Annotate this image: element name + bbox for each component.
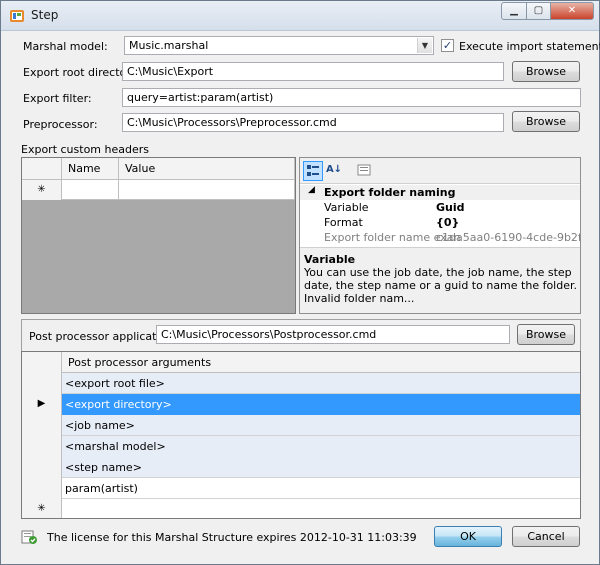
property-key: Variable [324, 201, 369, 214]
property-key: Format [324, 216, 363, 229]
cancel-button[interactable]: Cancel [512, 526, 580, 547]
column-header-value[interactable]: Value [119, 158, 295, 180]
row-header[interactable] [22, 457, 62, 478]
maximize-button[interactable]: ▢ [526, 2, 551, 20]
args-cell[interactable]: <export root file> [62, 373, 580, 394]
app-icon [10, 10, 24, 22]
args-cell[interactable]: <step name> [62, 457, 580, 478]
check-icon: ✓ [442, 39, 453, 52]
execute-import-label: Execute import statements [459, 40, 600, 53]
close-icon: ✕ [567, 5, 577, 16]
args-row[interactable]: param(artist) [22, 478, 580, 499]
sort-alpha-icon: A↓ [325, 164, 343, 175]
post-processor-app-label: Post processor application: [29, 330, 177, 343]
new-header-value-cell[interactable] [119, 180, 295, 200]
export-filter-input[interactable]: query=artist:param(artist) [122, 88, 581, 107]
export-root-input[interactable]: C:\Music\Export [122, 62, 504, 81]
execute-import-checkbox[interactable]: ✓ [441, 39, 454, 52]
property-value: c1da5aa0-6190-4cde-9b2f-9887 [436, 231, 580, 244]
new-row-icon: ✳ [22, 499, 62, 518]
license-check-icon [21, 530, 37, 544]
custom-headers-label: Export custom headers [21, 143, 149, 156]
args-cell[interactable]: <marshal model> [62, 436, 580, 457]
marshal-model-label: Marshal model: [23, 40, 108, 53]
property-description: Variable You can use the job date, the j… [304, 253, 578, 313]
column-value-label: Value [125, 162, 156, 175]
category-export-folder-naming[interactable]: ◢ Export folder naming [300, 185, 580, 200]
row-header[interactable] [22, 436, 62, 457]
args-cell[interactable]: <export directory> [62, 394, 580, 415]
close-button[interactable]: ✕ [550, 2, 594, 20]
post-processor-args-grid[interactable]: Post processor arguments <export root fi… [21, 351, 581, 519]
args-header: Post processor arguments [22, 352, 580, 373]
column-header-name[interactable]: Name [62, 158, 119, 180]
preprocessor-value: C:\Music\Processors\Preprocessor.cmd [127, 116, 337, 129]
args-row[interactable]: <step name> [22, 457, 580, 478]
property-row-variable[interactable]: Variable Guid [300, 200, 580, 215]
export-filter-label: Export filter: [23, 92, 92, 105]
title-bar: Step ▁ ▢ ✕ [1, 1, 599, 31]
post-processor-app-input[interactable]: C:\Music\Processors\Postprocessor.cmd [156, 325, 510, 344]
chevron-down-icon[interactable]: ▼ [417, 38, 432, 53]
args-cell[interactable]: <job name> [62, 415, 580, 436]
row-header-corner [22, 158, 62, 180]
custom-headers-grid[interactable]: Name Value ✳ [21, 157, 296, 314]
license-status-text: The license for this Marshal Structure e… [47, 531, 417, 544]
post-processor-app-value: C:\Music\Processors\Postprocessor.cmd [161, 328, 377, 341]
export-filter-value: query=artist:param(artist) [127, 91, 274, 104]
description-title: Variable [304, 253, 356, 266]
args-new-cell[interactable] [62, 499, 580, 518]
row-header-corner [22, 352, 62, 373]
property-value: Guid [436, 201, 465, 214]
row-header[interactable] [22, 415, 62, 436]
row-header[interactable] [22, 373, 62, 394]
marshal-model-select[interactable]: Music.marshal ▼ [124, 36, 434, 55]
sort-alpha-button[interactable]: A↓ [324, 161, 344, 181]
preprocessor-label: Preprocessor: [23, 118, 98, 131]
args-row[interactable]: <export root file> [22, 373, 580, 394]
dialog-window: Step ▁ ▢ ✕ Marshal model: Music.marshal … [0, 0, 600, 565]
property-grid-body: ◢ Export folder naming Variable Guid For… [300, 184, 580, 248]
property-pages-icon [357, 164, 371, 176]
new-row-icon: ✳ [22, 180, 62, 200]
property-value: {0} [436, 216, 460, 229]
browse-preprocessor-button[interactable]: Browse [512, 111, 580, 132]
column-name-label: Name [68, 162, 101, 175]
preprocessor-input[interactable]: C:\Music\Processors\Preprocessor.cmd [122, 113, 504, 132]
categorized-button[interactable] [303, 161, 323, 181]
category-label: Export folder naming [324, 186, 456, 199]
browse-export-root-button[interactable]: Browse [512, 61, 580, 82]
args-row-selected[interactable]: ▶ <export directory> [22, 394, 580, 415]
args-row[interactable]: <job name> [22, 415, 580, 436]
args-row[interactable]: <marshal model> [22, 436, 580, 457]
row-header[interactable] [22, 478, 62, 499]
categorized-icon [307, 165, 319, 176]
description-text: You can use the job date, the job name, … [304, 266, 578, 305]
minimize-icon: ▁ [510, 5, 518, 16]
column-header-args[interactable]: Post processor arguments [62, 352, 580, 373]
export-root-value: C:\Music\Export [127, 65, 214, 78]
new-header-row[interactable]: ✳ [22, 180, 295, 200]
args-cell[interactable]: param(artist) [62, 478, 580, 499]
args-new-row[interactable]: ✳ [22, 499, 580, 518]
collapse-icon[interactable]: ◢ [308, 185, 315, 195]
property-grid: A↓ ◢ Export folder naming Variable Guid … [299, 157, 581, 314]
marshal-model-value: Music.marshal [129, 39, 209, 52]
minimize-button[interactable]: ▁ [501, 2, 527, 20]
property-pages-button[interactable] [354, 161, 374, 181]
ok-button[interactable]: OK [434, 526, 502, 547]
maximize-icon: ▢ [533, 5, 544, 16]
property-grid-toolbar: A↓ [300, 158, 580, 184]
property-row-folder-example[interactable]: Export folder name exan c1da5aa0-6190-4c… [300, 230, 580, 245]
new-header-name-cell[interactable] [62, 180, 119, 200]
browse-postprocessor-button[interactable]: Browse [517, 324, 575, 345]
window-title: Step [31, 8, 59, 22]
property-row-format[interactable]: Format {0} [300, 215, 580, 230]
current-row-icon[interactable]: ▶ [22, 394, 62, 415]
